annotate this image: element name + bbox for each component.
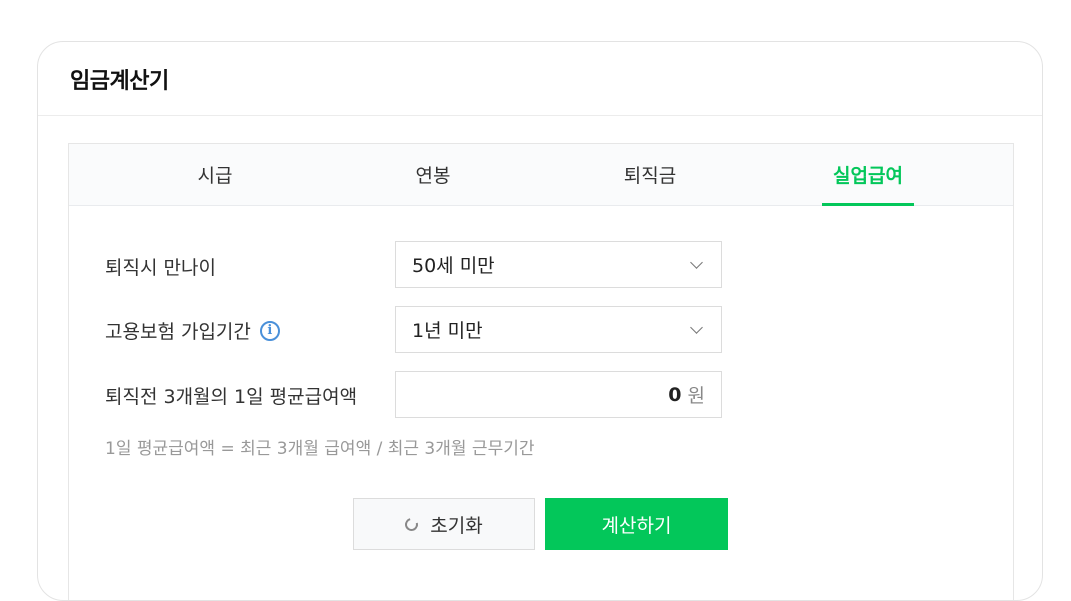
currency-unit: 원 bbox=[687, 385, 705, 407]
page-title: 임금계산기 bbox=[70, 68, 169, 94]
insurance-period-select[interactable]: 1년 미만 bbox=[395, 306, 722, 353]
wage-label: 퇴직전 3개월의 1일 평균급여액 bbox=[105, 386, 358, 408]
chevron-down-icon bbox=[690, 255, 703, 269]
tab-unemployment-benefit[interactable]: 실업급여 bbox=[822, 144, 914, 206]
card-header: 임금계산기 bbox=[38, 42, 1042, 116]
reset-button-label: 초기화 bbox=[430, 514, 483, 537]
wage-row: 퇴직전 3개월의 1일 평균급여액 bbox=[105, 382, 357, 409]
formula-hint: 1일 평균급여액 = 최근 3개월 급여액 / 최근 3개월 근무기간 bbox=[105, 439, 535, 459]
age-label: 퇴직시 만나이 bbox=[105, 257, 216, 279]
age-select[interactable]: 50세 미만 bbox=[395, 241, 722, 288]
insurance-label-text: 고용보험 가입기간 bbox=[105, 321, 251, 343]
tab-hourly[interactable]: 시급 bbox=[169, 144, 261, 205]
calculate-button[interactable]: 계산하기 bbox=[545, 498, 728, 550]
insurance-row: 고용보험 가입기간 i bbox=[105, 317, 280, 344]
refresh-icon bbox=[402, 515, 421, 533]
age-row: 퇴직시 만나이 bbox=[105, 253, 216, 280]
average-wage-input[interactable]: 0 원 bbox=[395, 371, 722, 418]
calculator-panel: 시급 연봉 퇴직금 실업급여 퇴직시 만나이 50세 미만 고용보험 가입기간 … bbox=[68, 143, 1014, 600]
age-select-value: 50세 미만 bbox=[412, 255, 495, 277]
info-icon[interactable]: i bbox=[259, 320, 280, 341]
insurance-select-value: 1년 미만 bbox=[412, 320, 483, 342]
average-wage-value: 0 bbox=[668, 383, 682, 406]
wage-calculator-card: 임금계산기 시급 연봉 퇴직금 실업급여 퇴직시 만나이 50세 미만 고용보험… bbox=[37, 41, 1043, 601]
insurance-label: 고용보험 가입기간 i bbox=[105, 317, 280, 344]
tab-bar: 시급 연봉 퇴직금 실업급여 bbox=[69, 144, 1013, 206]
calculate-button-label: 계산하기 bbox=[601, 514, 672, 537]
tab-annual-salary[interactable]: 연봉 bbox=[387, 144, 479, 205]
reset-button[interactable]: 초기화 bbox=[353, 498, 535, 550]
tab-severance[interactable]: 퇴직금 bbox=[604, 144, 696, 205]
chevron-down-icon bbox=[690, 320, 703, 334]
